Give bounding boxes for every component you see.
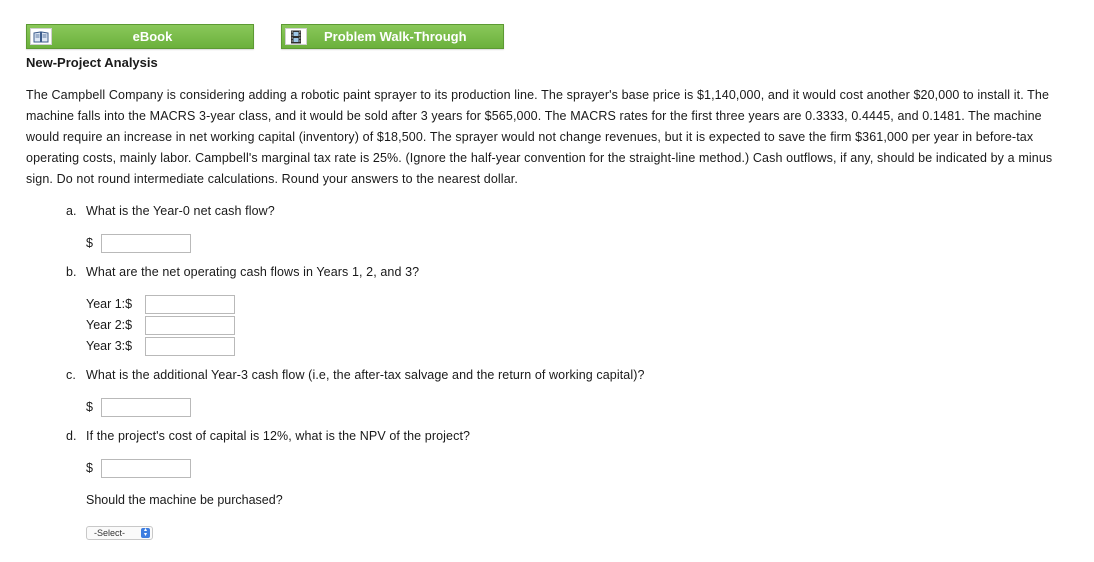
year2-label: Year 2:$ bbox=[86, 318, 133, 332]
currency-sign-d: $ bbox=[86, 461, 93, 475]
purchase-select-value: -Select- bbox=[94, 528, 126, 538]
problem-statement: The Campbell Company is considering addi… bbox=[26, 88, 1053, 186]
question-a-letter: a. bbox=[66, 204, 77, 218]
purchase-question: Should the machine be purchased? bbox=[86, 493, 283, 507]
year1-cash-flow-input[interactable] bbox=[145, 295, 235, 314]
question-a-text: What is the Year-0 net cash flow? bbox=[86, 204, 275, 218]
film-strip-icon bbox=[285, 28, 307, 45]
year3-cash-flow-input[interactable] bbox=[145, 337, 235, 356]
currency-sign-c: $ bbox=[86, 400, 93, 414]
year0-cash-flow-input[interactable] bbox=[101, 234, 191, 253]
question-d-text: If the project's cost of capital is 12%,… bbox=[86, 429, 471, 443]
question-c-text: What is the additional Year-3 cash flow … bbox=[86, 368, 645, 382]
question-d: d. If the project's cost of capital is 12… bbox=[66, 429, 470, 443]
question-c: c. What is the additional Year-3 cash flo… bbox=[66, 368, 645, 382]
problem-walkthrough-button[interactable]: Problem Walk-Through bbox=[281, 24, 504, 49]
year3-additional-cash-flow-input[interactable] bbox=[101, 398, 191, 417]
question-d-letter: d. bbox=[66, 429, 77, 443]
year3-label: Year 3:$ bbox=[86, 339, 133, 353]
year2-cash-flow-input[interactable] bbox=[145, 316, 235, 335]
question-c-letter: c. bbox=[66, 368, 76, 382]
page-title: New-Project Analysis bbox=[26, 55, 158, 70]
year1-label: Year 1:$ bbox=[86, 297, 133, 311]
question-b-letter: b. bbox=[66, 265, 77, 279]
question-b: b. What are the net operating cash flows … bbox=[66, 265, 419, 279]
purchase-select[interactable]: -Select- ▴ ▾ bbox=[86, 526, 153, 540]
ebook-label: eBook bbox=[132, 29, 173, 44]
question-a: a. What is the Year-0 net cash flow? bbox=[66, 204, 275, 218]
updown-chevron-icon: ▴ ▾ bbox=[141, 527, 150, 538]
open-book-icon bbox=[30, 28, 52, 45]
currency-sign-a: $ bbox=[86, 236, 93, 250]
problem-walkthrough-label: Problem Walk-Through bbox=[324, 29, 467, 44]
npv-input[interactable] bbox=[101, 459, 191, 478]
ebook-button[interactable]: eBook bbox=[26, 24, 254, 49]
question-b-text: What are the net operating cash flows in… bbox=[86, 265, 420, 279]
